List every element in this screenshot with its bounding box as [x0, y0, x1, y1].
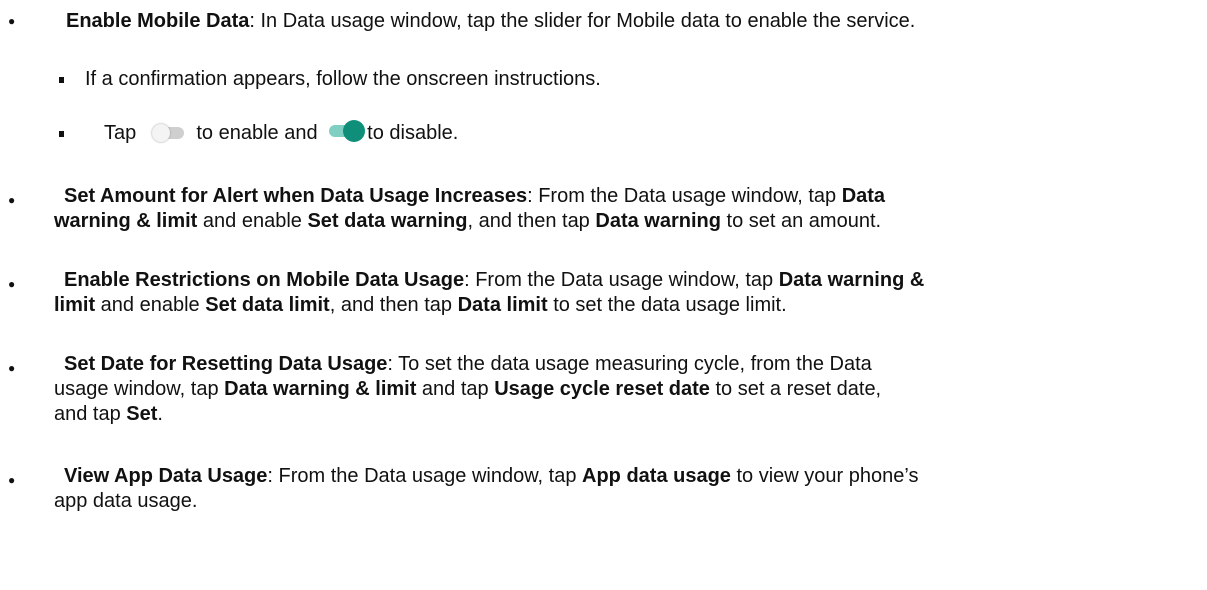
list-item-continued: app data usage.	[54, 489, 197, 514]
item-text: usage window, tap	[54, 378, 225, 400]
item-text: and enable	[197, 210, 308, 232]
item-bold: Data limit	[457, 294, 548, 316]
toggle-on-icon	[329, 120, 366, 142]
sub-item-text: to enable and	[196, 122, 318, 144]
sub-item-text: If a confirmation appears, follow the on…	[85, 68, 601, 90]
item-title: View App Data Usage	[64, 465, 268, 487]
item-bold: Data warning & limit	[224, 378, 417, 400]
bullet-dot: ●	[8, 361, 16, 375]
item-title: Enable Mobile Data	[66, 10, 250, 32]
item-text: , and then tap	[467, 210, 596, 232]
item-bold: Set data limit	[205, 294, 330, 316]
list-item: View App Data Usage: From the Data usage…	[64, 464, 918, 489]
item-title: Set Amount for Alert when Data Usage Inc…	[64, 185, 528, 207]
item-text: : To set the data usage measuring cycle,…	[387, 353, 872, 375]
sub-list-item: If a confirmation appears, follow the on…	[85, 67, 601, 92]
item-bold: Data	[841, 185, 886, 207]
item-title: Enable Restrictions on Mobile Data Usage	[64, 269, 465, 291]
item-text: to set a reset date,	[709, 378, 882, 400]
item-text: : From the Data usage window, tap	[464, 269, 779, 291]
item-text: app data usage.	[54, 490, 198, 512]
item-bold: Set data warning	[307, 210, 468, 232]
square-bullet-icon	[59, 77, 64, 83]
item-text: to set an amount.	[720, 210, 882, 232]
item-text: , and then tap	[329, 294, 458, 316]
item-text: to set the data usage limit.	[547, 294, 787, 316]
bullet-dot: ●	[8, 277, 16, 291]
square-bullet-icon	[59, 131, 64, 137]
item-text: and tap	[416, 378, 495, 400]
bullet-dot: ●	[8, 14, 16, 28]
item-bold: warning & limit	[54, 210, 198, 232]
item-bold: Set	[126, 403, 158, 425]
item-bold: Data warning	[595, 210, 721, 232]
item-text: .	[157, 403, 163, 425]
item-bold: App data usage	[582, 465, 731, 487]
list-item: Set Amount for Alert when Data Usage Inc…	[64, 184, 885, 209]
item-bold: limit	[54, 294, 96, 316]
list-item: Enable Restrictions on Mobile Data Usage…	[64, 268, 924, 293]
item-text: and tap	[54, 403, 127, 425]
item-text: and enable	[95, 294, 206, 316]
item-bold: Data warning &	[778, 269, 925, 291]
item-text: : From the Data usage window, tap	[267, 465, 583, 487]
sub-list-item: Tap to enable and to disable.	[104, 120, 458, 146]
list-item-continued: limit and enable Set data limit, and the…	[54, 293, 787, 318]
item-title: Set Date for Resetting Data Usage	[64, 353, 388, 375]
item-text: to view your phone’s	[730, 465, 919, 487]
sub-item-text: Tap	[104, 122, 137, 144]
bullet-dot: ●	[8, 193, 16, 207]
bullet-dot: ●	[8, 473, 16, 487]
toggle-off-icon	[151, 124, 185, 142]
item-text: : In Data usage window, tap the slider f…	[249, 10, 916, 32]
list-item-continued: warning & limit and enable Set data warn…	[54, 209, 881, 234]
list-item-continued: and tap Set.	[54, 402, 163, 427]
item-text: : From the Data usage window, tap	[527, 185, 842, 207]
list-item-continued: usage window, tap Data warning & limit a…	[54, 377, 881, 402]
item-bold: Usage cycle reset date	[494, 378, 710, 400]
list-item: Enable Mobile Data: In Data usage window…	[66, 9, 915, 34]
sub-item-text: to disable.	[367, 122, 459, 144]
list-item: Set Date for Resetting Data Usage: To se…	[64, 352, 872, 377]
